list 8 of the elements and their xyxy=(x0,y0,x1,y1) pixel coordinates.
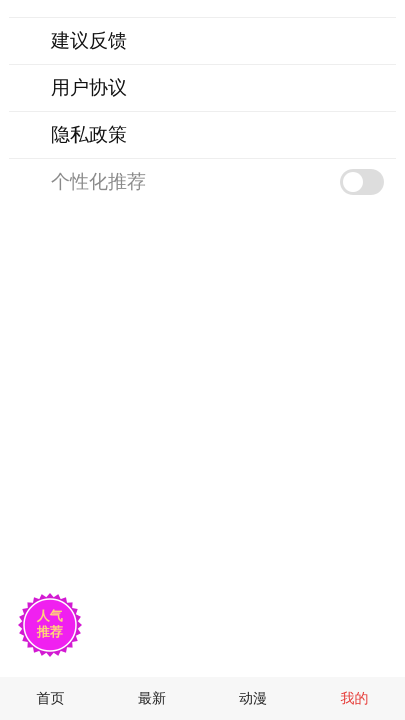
setting-label: 个性化推荐 xyxy=(51,170,146,195)
menu-item[interactable]: 用户协议 xyxy=(51,75,127,101)
menu-item[interactable]: 隐私政策 xyxy=(51,122,127,148)
nav-tab[interactable]: 我的 xyxy=(304,677,405,720)
nav-tab[interactable]: 动漫 xyxy=(202,677,304,720)
menu-item[interactable]: 建议反馈 xyxy=(51,28,127,54)
nav-tab[interactable]: 首页 xyxy=(0,677,102,720)
nav-tab[interactable]: 最新 xyxy=(101,677,202,720)
